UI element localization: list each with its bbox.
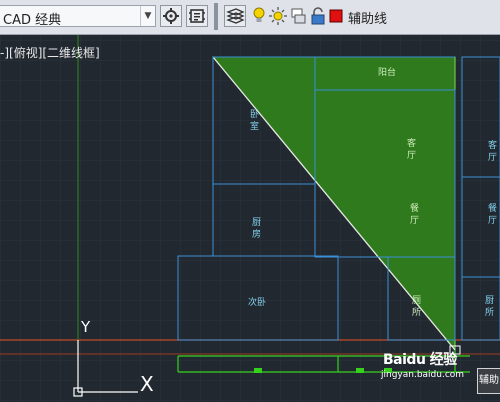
lock-icon[interactable] [309, 5, 327, 27]
watermark-logo: Baidu 经验 [383, 352, 457, 368]
room-label-right-2: 餐 厅 [488, 204, 498, 226]
room-label-bedroom: 卧 室 [250, 110, 260, 132]
viewport-label[interactable]: -][俯视][二维线框] [0, 44, 100, 61]
room-label-balcony: 阳台 [378, 68, 397, 78]
watermark-url: jingyan.baidu.com [381, 370, 465, 380]
toolbar: CAD 经典 ▼ 辅助线 [0, 0, 500, 35]
ucs-x-label: X [140, 372, 154, 396]
room-label-living-room: 客 厅 [407, 139, 417, 161]
workspace-dropdown[interactable]: CAD 经典 ▼ [0, 5, 156, 28]
chevron-down-icon[interactable]: ▼ [140, 6, 155, 26]
room-label-right-3: 厨 所 [485, 296, 495, 318]
watermark: Baidu 经验 jingyan.baidu.com 辅助 [379, 343, 500, 401]
room-label-second-bedroom: 次卧 [248, 298, 267, 308]
sun-icon[interactable] [268, 5, 288, 27]
toolbar-separator [214, 3, 218, 30]
workspace-label: CAD 经典 [3, 13, 62, 28]
color-swatch-icon[interactable] [328, 5, 344, 27]
gear-icon[interactable] [160, 5, 182, 27]
match-properties-icon[interactable] [289, 5, 307, 27]
room-label-dining-room: 餐 厅 [410, 204, 420, 226]
settings-icon[interactable] [186, 5, 208, 27]
room-label-bath: 厕 所 [412, 296, 422, 318]
room-label-kitchen: 厨 房 [252, 218, 262, 240]
corner-button[interactable]: 辅助 [477, 368, 500, 394]
current-layer-name[interactable]: 辅助线 [348, 8, 387, 27]
layer-icon[interactable] [224, 5, 246, 27]
ucs-y-label: Y [81, 318, 91, 336]
bulb-icon[interactable] [250, 5, 268, 27]
room-label-right-1: 客 厅 [488, 141, 498, 163]
